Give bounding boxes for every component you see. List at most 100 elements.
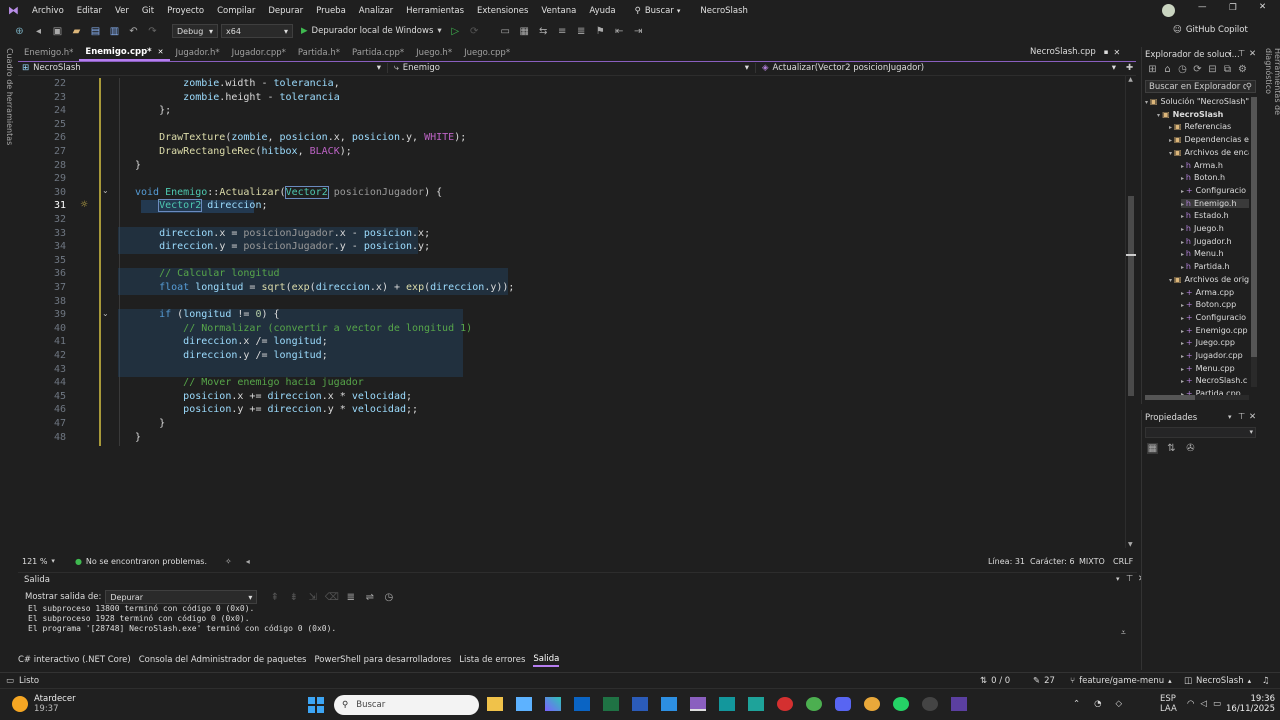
close-icon[interactable]: ✕ <box>1249 49 1256 59</box>
pin-icon[interactable]: ⊤ <box>1238 412 1245 422</box>
menu-item[interactable]: Editar <box>77 6 102 16</box>
close-button[interactable]: ✕ <box>1259 2 1266 12</box>
tree-item[interactable]: ▸ + Jugador.cpp <box>1181 351 1249 360</box>
clear-output-icon[interactable]: ≣ <box>345 592 356 603</box>
bottom-tab[interactable]: Consola del Administrador de paquetes <box>139 655 307 666</box>
document-tab[interactable]: Partida.cpp* <box>346 45 410 61</box>
search-menu[interactable]: ⚲ Buscar ▾ <box>635 6 681 16</box>
tree-hscrollbar[interactable] <box>1145 395 1249 400</box>
format-icon[interactable]: ⇆ <box>538 26 549 37</box>
bottom-tab[interactable]: Salida <box>533 654 560 667</box>
goto-prev-icon[interactable]: ⇞ <box>269 592 280 603</box>
refresh-icon[interactable]: ⟳ <box>1192 64 1203 75</box>
tray-status[interactable]: ◠ ◁ ▭ <box>1187 699 1221 709</box>
clear-all-icon[interactable]: ⌫ <box>325 592 339 603</box>
bookmark-prev-icon[interactable]: ⇤ <box>614 26 625 37</box>
tree-item[interactable]: ▾ ▣ Archivos de enca <box>1169 148 1249 157</box>
show-all-icon[interactable]: ⧉ <box>1222 64 1233 75</box>
visual-studio-icon[interactable] <box>690 697 706 711</box>
pin-icon[interactable]: ⊤ <box>1126 574 1133 584</box>
scope-dropdown[interactable]: ⤷ Enemigo ▾ <box>392 63 756 73</box>
tab-necroslash-cpp[interactable]: NecroSlash.cpp ▪ ✕ <box>1030 47 1120 57</box>
copilot-button[interactable]: ☺ GitHub Copilot <box>1173 25 1248 35</box>
save-all-icon[interactable]: ▥ <box>109 26 120 37</box>
tree-item[interactable]: ▸ + NecroSlash.c <box>1181 376 1249 385</box>
panel-dropdown-icon[interactable]: ▾ <box>1116 575 1120 583</box>
window-layout-icon[interactable]: ▭ <box>500 26 511 37</box>
close-icon[interactable]: ✕ <box>1249 412 1256 422</box>
member-dropdown[interactable]: ◈ Actualizar(Vector2 posicionJugador) ▾ <box>760 63 1122 73</box>
tree-item[interactable]: ▸ + Arma.cpp <box>1181 288 1249 297</box>
store-icon[interactable] <box>516 697 532 711</box>
tree-item[interactable]: ▸ + Enemigo.cpp <box>1181 326 1249 335</box>
diagnostic-icon[interactable]: ▦ <box>519 26 530 37</box>
panel-dropdown-icon[interactable]: ▾ <box>1228 50 1232 58</box>
save-icon[interactable]: ▤ <box>90 26 101 37</box>
goto-next-icon[interactable]: ⇟ <box>288 592 299 603</box>
code-editor[interactable]: 22 23 24 25 26 27 28 29 30 31 32 33 34 35 36 37 38 39 40 41… <box>18 76 1136 548</box>
discord-icon[interactable] <box>835 697 851 711</box>
chevron-left-icon[interactable]: ◂ <box>246 557 250 566</box>
bookmark-icon[interactable]: ⚑ <box>595 26 606 37</box>
tree-item[interactable]: ▸ + Menu.cpp <box>1181 364 1249 373</box>
scroll-thumb[interactable] <box>1128 196 1134 396</box>
home-icon[interactable]: ⌂ <box>1162 64 1173 75</box>
tree-item[interactable]: ▾ ▣ Solución "NecroSlash" <box>1145 97 1249 106</box>
tree-item[interactable]: ▸ ▣ Dependencias ex <box>1169 135 1249 144</box>
redo-icon[interactable]: ↷ <box>147 26 158 37</box>
output-text[interactable]: El subproceso 13800 terminó con código 0… <box>28 604 336 634</box>
menu-item[interactable]: Depurar <box>268 6 303 16</box>
indent-mode[interactable]: MIXTO <box>1079 557 1105 566</box>
document-tab[interactable]: Juego.cpp* <box>458 45 516 61</box>
vscode-icon[interactable] <box>661 697 677 711</box>
undo-icon[interactable]: ↶ <box>128 26 139 37</box>
avatar[interactable] <box>1162 4 1175 17</box>
bottom-tab[interactable]: PowerShell para desarrolladores <box>314 655 451 666</box>
bookmark-next-icon[interactable]: ⇥ <box>633 26 644 37</box>
document-tab[interactable]: Partida.h* <box>292 45 346 61</box>
weather-widget[interactable]: Atardecer 19:37 <box>12 694 76 714</box>
notifications-icon[interactable]: ♫ <box>1262 676 1270 686</box>
clock[interactable]: 19:36 16/11/2025 <box>1226 694 1275 714</box>
split-icon[interactable]: ✚ <box>1126 63 1133 73</box>
menu-item[interactable]: Compilar <box>217 6 255 16</box>
alphabetical-icon[interactable]: ⇅ <box>1166 443 1177 454</box>
git-branch[interactable]: ⑂ feature/game-menu ▴ <box>1070 676 1172 686</box>
document-tab[interactable]: Jugador.h* <box>170 45 226 61</box>
tree-item[interactable]: ▸ h Partida.h <box>1181 262 1249 271</box>
zoom-level[interactable]: 121 % <box>22 557 47 566</box>
object-selector[interactable]: ▾ <box>1145 427 1256 438</box>
output-scroll-icon[interactable]: ⩡ <box>1121 628 1126 638</box>
start-without-debug-icon[interactable]: ▷ <box>450 26 461 37</box>
toolbox-strip[interactable]: Cuadro de herramientas <box>5 48 14 158</box>
menu-item[interactable]: Archivo <box>32 6 64 16</box>
minimize-button[interactable]: — <box>1198 2 1207 12</box>
app-red-icon[interactable] <box>777 697 793 711</box>
tree-item[interactable]: ▾ ▣ Archivos de orig <box>1169 275 1249 284</box>
taskbar-search[interactable]: ⚲ Buscar <box>334 695 479 715</box>
wrench-icon[interactable]: ✇ <box>1185 443 1196 454</box>
tree-item[interactable]: ▸ + Configuracio <box>1181 313 1249 322</box>
menu-item[interactable]: Herramientas <box>406 6 464 16</box>
word-icon[interactable] <box>632 697 648 711</box>
tree-item[interactable]: ▸ h Arma.h <box>1181 161 1249 170</box>
maximize-button[interactable]: ❐ <box>1229 3 1237 13</box>
git-changes[interactable]: ⇅ 0 / 0 <box>980 676 1010 686</box>
tree-item[interactable]: ▾ ▣ NecroSlash <box>1157 110 1249 119</box>
chrome-alt-icon[interactable] <box>864 697 880 711</box>
fold-toggle[interactable]: ⌄ <box>102 309 109 318</box>
properties-icon[interactable]: ⚙ <box>1237 64 1248 75</box>
git-commits[interactable]: ✎ 27 <box>1033 676 1055 686</box>
document-tab[interactable]: Jugador.cpp* <box>226 45 292 61</box>
document-tab[interactable]: Enemigo.h* <box>18 45 79 61</box>
chrome-icon[interactable] <box>806 697 822 711</box>
run-button[interactable]: ▶ Depurador local de Windows ▾ <box>301 26 442 36</box>
document-tab[interactable]: Juego.h* <box>410 45 458 61</box>
steam-icon[interactable] <box>922 697 938 711</box>
panel-dropdown-icon[interactable]: ▾ <box>1228 413 1232 421</box>
menu-item[interactable]: Analizar <box>359 6 393 16</box>
document-tab[interactable]: Enemigo.cpp* ✕ <box>79 45 170 61</box>
tree-item[interactable]: ▸ h Enemigo.h <box>1181 198 1249 208</box>
comment-icon[interactable]: ≡ <box>557 26 568 37</box>
uncomment-icon[interactable]: ≣ <box>576 26 587 37</box>
